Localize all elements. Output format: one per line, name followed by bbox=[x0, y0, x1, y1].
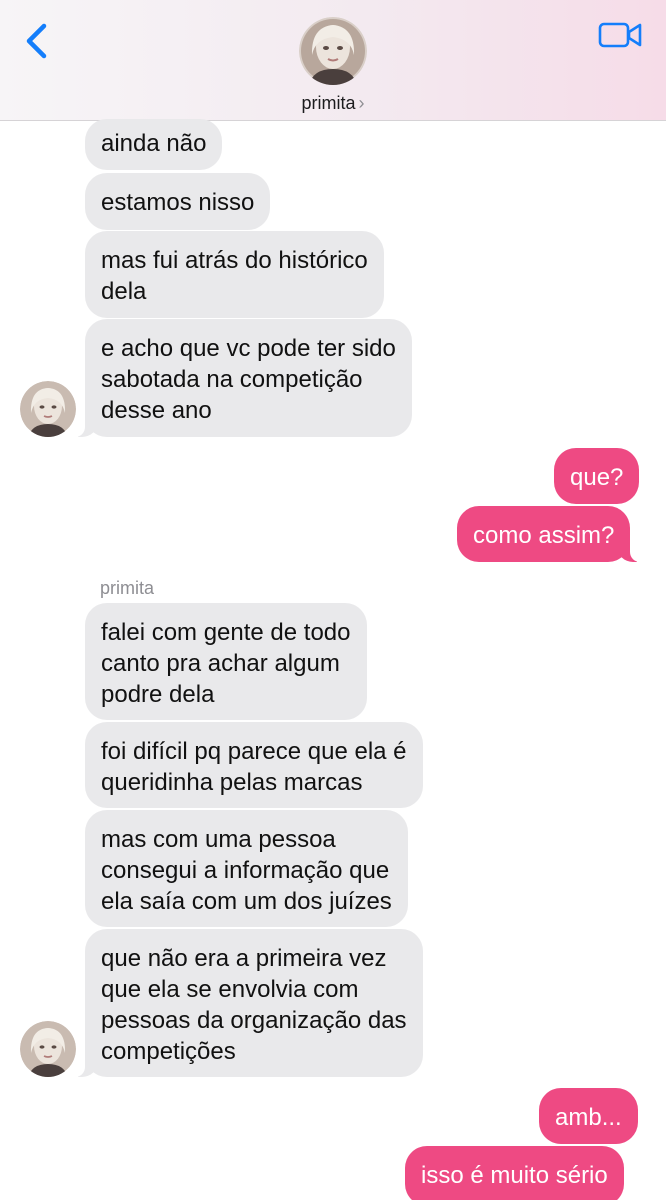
contact-avatar[interactable] bbox=[299, 17, 367, 85]
message-bubble-incoming[interactable]: foi difícil pq parece que ela é queridin… bbox=[85, 722, 423, 808]
message-bubble-outgoing[interactable]: isso é muito sério bbox=[405, 1146, 624, 1200]
conversation-header: primita › bbox=[0, 0, 666, 121]
video-camera-icon bbox=[598, 22, 642, 48]
video-call-button[interactable] bbox=[598, 20, 644, 52]
sender-name-label: primita bbox=[100, 578, 155, 598]
chevron-left-icon bbox=[26, 23, 47, 59]
message-bubble-incoming[interactable]: ainda não bbox=[85, 119, 223, 170]
contact-name-text: primita bbox=[301, 93, 356, 113]
message-bubble-outgoing[interactable]: como assim? bbox=[457, 506, 641, 562]
message-bubble-incoming[interactable]: mas fui atrás do histórico dela bbox=[85, 231, 384, 318]
chevron-right-icon: › bbox=[358, 93, 365, 113]
message-bubble-incoming[interactable]: falei com gente de todo canto pra achar … bbox=[85, 603, 367, 720]
message-bubble-incoming[interactable]: mas com uma pessoa consegui a informação… bbox=[85, 810, 408, 927]
message-bubble-incoming[interactable]: estamos nisso bbox=[85, 173, 271, 230]
message-bubble-outgoing[interactable]: que? bbox=[554, 448, 640, 504]
message-bubble-incoming[interactable]: que não era a primeira vez que ela se en… bbox=[75, 929, 423, 1077]
contact-name[interactable]: primita › bbox=[0, 93, 666, 114]
sender-avatar[interactable] bbox=[20, 1021, 76, 1077]
back-button[interactable] bbox=[20, 20, 60, 64]
message-bubble-incoming[interactable]: e acho que vc pode ter sido sabotada na … bbox=[75, 319, 412, 437]
message-bubble-outgoing[interactable]: amb... bbox=[539, 1088, 638, 1144]
sender-avatar[interactable] bbox=[20, 381, 76, 437]
